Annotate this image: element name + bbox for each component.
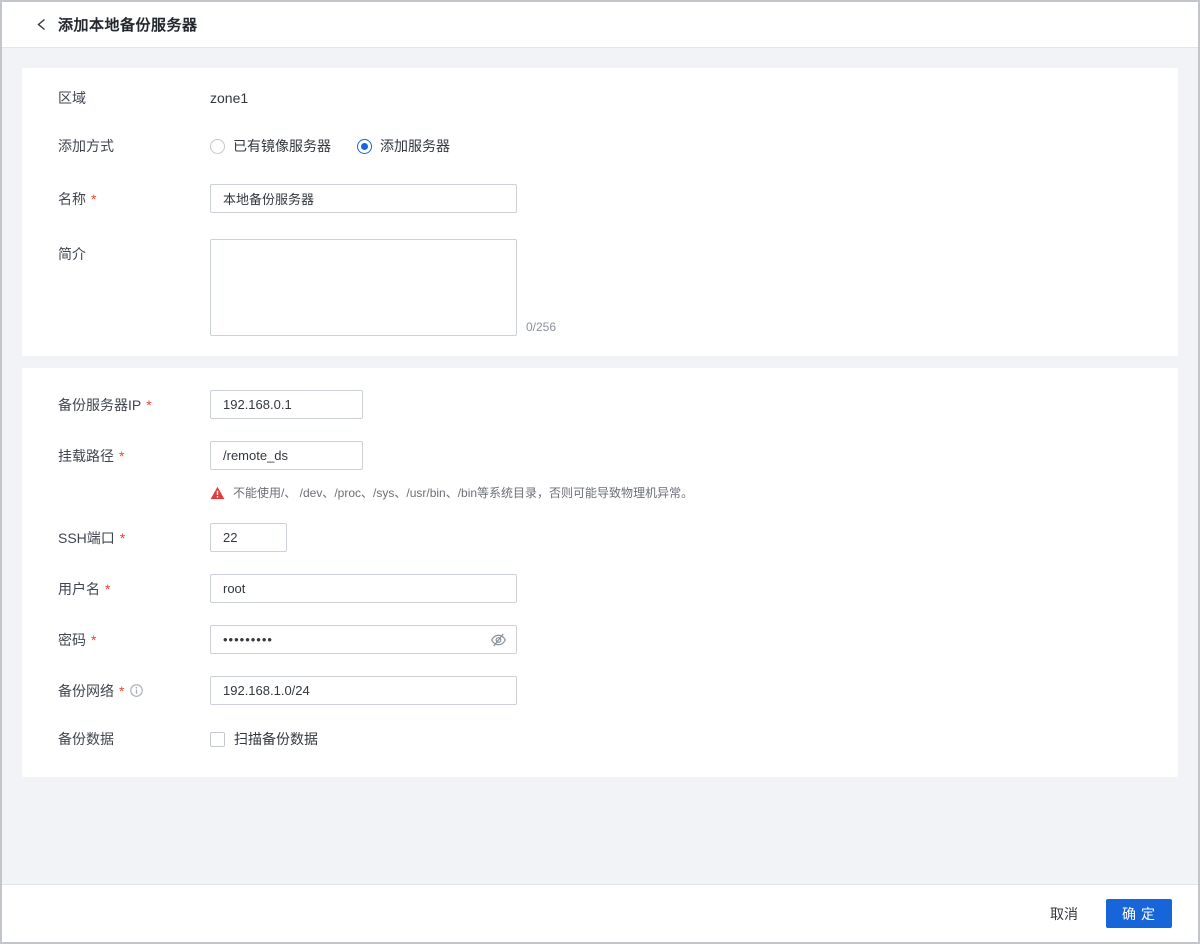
name-label: 名称 xyxy=(58,190,86,207)
form-row-description: 简介 0/256 xyxy=(40,239,1158,336)
warning-text: 不能使用/、 /dev、/proc、/sys、/usr/bin、/bin等系统目… xyxy=(233,486,694,500)
required-asterisk: * xyxy=(91,631,97,648)
form-row-backup-network: 备份网络 * xyxy=(40,676,1158,705)
form-row-password: 密码 * xyxy=(40,625,1158,654)
page-header: 添加本地备份服务器 xyxy=(2,2,1198,48)
name-input[interactable] xyxy=(210,184,517,213)
backup-network-info-button[interactable] xyxy=(130,684,144,697)
scan-backup-data-checkbox[interactable]: 扫描备份数据 xyxy=(210,729,318,749)
cancel-button[interactable]: 取消 xyxy=(1050,904,1078,924)
description-label: 简介 xyxy=(58,246,86,262)
required-asterisk: * xyxy=(91,190,97,207)
radio-existing-image-server[interactable]: 已有镜像服务器 xyxy=(210,136,331,156)
backup-network-input[interactable] xyxy=(210,676,517,705)
description-textarea[interactable] xyxy=(210,239,517,336)
zone-value: zone1 xyxy=(210,90,249,106)
form-row-ssh-port: SSH端口 * xyxy=(40,523,1158,552)
zone-label: 区域 xyxy=(58,90,86,106)
toggle-password-visibility-button[interactable] xyxy=(490,632,507,647)
checkbox-unchecked-icon xyxy=(210,731,225,747)
server-detail-card: 备份服务器IP* 挂载路径* xyxy=(22,368,1178,777)
username-label: 用户名 xyxy=(58,580,100,597)
action-footer: 取消 确定 xyxy=(2,884,1198,942)
back-button[interactable] xyxy=(30,14,52,36)
form-content: 区域 zone1 添加方式 已有镜像服务器 添加服务器 名称 * 本地备份服务器… xyxy=(2,48,1198,797)
eye-off-icon xyxy=(490,632,507,647)
radio-add-server[interactable]: 添加服务器 xyxy=(357,136,450,156)
add-mode-label: 添加方式 xyxy=(58,138,114,154)
form-row-zone: 区域 zone1 xyxy=(40,88,1158,108)
form-row-username: 用户名 * xyxy=(40,574,1158,603)
form-row-mount-path: 挂载路径 * 不能使用/、 /dev、/proc、/sys、/usr/bin、/b… xyxy=(40,441,1158,501)
char-counter: 0/256 xyxy=(526,320,557,334)
form-row-server-ip: 备份服务器IP * xyxy=(40,390,1158,419)
ssh-port-input[interactable] xyxy=(210,523,287,552)
page-title: 添加本地备份服务器 xyxy=(58,17,198,34)
mount-path-input[interactable] xyxy=(210,441,363,470)
password-label: 密码 xyxy=(58,631,86,648)
chevron-left-icon xyxy=(36,18,45,31)
required-asterisk: * xyxy=(119,529,126,546)
form-row-add-mode: 添加方式 已有镜像服务器 添加服务器 xyxy=(40,136,1158,156)
required-asterisk: * xyxy=(119,682,125,699)
add-local-backup-server-page: 添加本地备份服务器 区域 zone1 添加方式 已有镜像服务器 添加服务器 名称… xyxy=(0,0,1200,944)
form-row-backup-data: 备份数据 扫描备份数据 xyxy=(40,729,1158,749)
mount-path-warning: 不能使用/、 /dev、/proc、/sys、/usr/bin、/bin等系统目… xyxy=(210,484,693,501)
ssh-port-label: SSH端口 xyxy=(58,529,115,546)
backup-network-label: 备份网络 xyxy=(58,682,114,699)
mount-path-label: 挂载路径 xyxy=(58,448,114,464)
password-input[interactable] xyxy=(210,625,517,654)
form-row-name: 名称 * xyxy=(40,184,1158,213)
server-ip-label: 备份服务器IP xyxy=(58,396,142,413)
server-ip-input[interactable] xyxy=(210,390,363,419)
backup-data-label: 备份数据 xyxy=(58,731,114,747)
radio-selected-icon xyxy=(357,138,372,154)
confirm-button[interactable]: 确定 xyxy=(1106,899,1172,928)
required-asterisk: * xyxy=(119,448,125,464)
info-icon xyxy=(130,684,144,697)
required-asterisk: * xyxy=(146,396,152,413)
basic-info-card: 区域 zone1 添加方式 已有镜像服务器 添加服务器 名称 * 本地备份服务器… xyxy=(22,68,1178,356)
username-input[interactable] xyxy=(210,574,517,603)
radio-unselected-icon xyxy=(210,138,225,154)
add-mode-radio-group: 已有镜像服务器 添加服务器 xyxy=(210,136,450,156)
warning-triangle-icon xyxy=(210,486,225,499)
required-asterisk: * xyxy=(105,580,111,597)
